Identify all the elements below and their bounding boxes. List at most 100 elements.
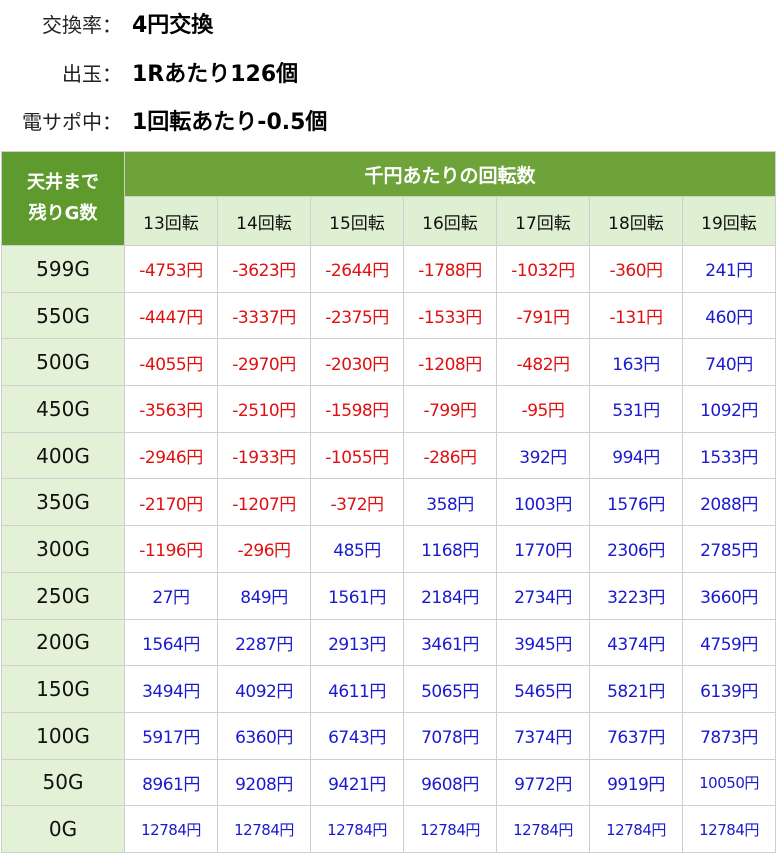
value-cell: 358円 bbox=[403, 478, 497, 527]
column-header-17: 17回転 bbox=[496, 196, 590, 246]
value-cell: 740円 bbox=[682, 338, 776, 387]
value-cell: 9421円 bbox=[310, 758, 404, 807]
value-cell: 1576円 bbox=[589, 478, 683, 527]
value-cell: -1598円 bbox=[310, 385, 404, 433]
value-cell: 3945円 bbox=[496, 618, 590, 667]
column-header-16: 16回転 bbox=[403, 196, 497, 246]
table-row: 550G -4447円 -3337円 -2375円 -1533円 -791円 -131円 46… bbox=[1, 291, 776, 340]
value-cell: -296円 bbox=[217, 525, 311, 573]
value-cell: -1933円 bbox=[217, 431, 311, 480]
value-cell: 1561円 bbox=[310, 571, 404, 620]
value-cell: -2946円 bbox=[124, 431, 218, 480]
value-cell: 9772円 bbox=[496, 758, 590, 807]
row-header: 599G bbox=[1, 245, 125, 293]
remaining-games-header: 天井まで 残りG数 bbox=[1, 151, 125, 246]
table-row: 50G 8961円 9208円 9421円 9608円 9772円 9919円 10050円 bbox=[1, 758, 776, 807]
column-header-18: 18回転 bbox=[589, 196, 683, 246]
value-cell: 1168円 bbox=[403, 525, 497, 573]
value-cell: 27円 bbox=[124, 571, 218, 620]
value-cell: 2184円 bbox=[403, 571, 497, 620]
row-header: 500G bbox=[1, 338, 125, 387]
payout-label: 出玉： bbox=[62, 61, 122, 86]
value-cell: 6743円 bbox=[310, 711, 404, 760]
value-cell: -131円 bbox=[589, 291, 683, 340]
value-cell: 1564円 bbox=[124, 618, 218, 667]
value-cell: -4753円 bbox=[124, 245, 218, 293]
value-cell: 12784円 bbox=[682, 805, 776, 853]
value-cell: 12784円 bbox=[310, 805, 404, 853]
value-cell: -791円 bbox=[496, 291, 590, 340]
payout-value: 1Rあたり126個 bbox=[132, 62, 299, 87]
value-cell: 6139円 bbox=[682, 665, 776, 713]
value-cell: -1208円 bbox=[403, 338, 497, 387]
value-cell: -2970円 bbox=[217, 338, 311, 387]
table-row: 599G -4753円 -3623円 -2644円 -1788円 -1032円 -360円 2… bbox=[1, 245, 776, 293]
value-cell: -3623円 bbox=[217, 245, 311, 293]
value-cell: 5917円 bbox=[124, 711, 218, 760]
value-cell: -1207円 bbox=[217, 478, 311, 527]
value-cell: 12784円 bbox=[589, 805, 683, 853]
value-cell: 3660円 bbox=[682, 571, 776, 620]
row-header: 200G bbox=[1, 618, 125, 667]
table-row: 200G 1564円 2287円 2913円 3461円 3945円 4374円 4759円 bbox=[1, 618, 776, 667]
table-body: 599G -4753円 -3623円 -2644円 -1788円 -1032円 -360円 2… bbox=[1, 245, 776, 853]
value-cell: 3223円 bbox=[589, 571, 683, 620]
value-cell: 6360円 bbox=[217, 711, 311, 760]
value-cell: -2030円 bbox=[310, 338, 404, 387]
table-row: 250G 27円 849円 1561円 2184円 2734円 3223円 3660円 bbox=[1, 571, 776, 620]
expected-value-table: 天井まで 残りG数 千円あたりの回転数 13回転 14回転 15回転 16回転 17回転… bbox=[1, 151, 776, 853]
value-cell: 485円 bbox=[310, 525, 404, 573]
value-cell: 9608円 bbox=[403, 758, 497, 807]
value-cell: 7078円 bbox=[403, 711, 497, 760]
value-cell: 5465円 bbox=[496, 665, 590, 713]
row-header: 50G bbox=[1, 758, 125, 807]
value-cell: -2644円 bbox=[310, 245, 404, 293]
value-cell: 8961円 bbox=[124, 758, 218, 807]
value-cell: 1770円 bbox=[496, 525, 590, 573]
value-cell: 531円 bbox=[589, 385, 683, 433]
corner-line2: 残りG数 bbox=[28, 202, 98, 224]
value-cell: -372円 bbox=[310, 478, 404, 527]
value-cell: 2785円 bbox=[682, 525, 776, 573]
value-cell: -1055円 bbox=[310, 431, 404, 480]
row-header: 450G bbox=[1, 385, 125, 433]
value-cell: 12784円 bbox=[124, 805, 218, 853]
column-header-13: 13回転 bbox=[124, 196, 218, 246]
value-cell: 849円 bbox=[217, 571, 311, 620]
value-cell: 2913円 bbox=[310, 618, 404, 667]
value-cell: 10050円 bbox=[682, 758, 776, 807]
exchange-rate-label: 交換率： bbox=[42, 12, 122, 37]
value-cell: 1003円 bbox=[496, 478, 590, 527]
value-cell: -2510円 bbox=[217, 385, 311, 433]
value-cell: 994円 bbox=[589, 431, 683, 480]
value-cell: 1092円 bbox=[682, 385, 776, 433]
row-header: 0G bbox=[1, 805, 125, 853]
support-value: 1回転あたり-0.5個 bbox=[132, 110, 328, 135]
value-cell: 2306円 bbox=[589, 525, 683, 573]
table-row: 400G -2946円 -1933円 -1055円 -286円 392円 994円 1533円 bbox=[1, 431, 776, 480]
value-cell: -1032円 bbox=[496, 245, 590, 293]
payout-row: 出玉： 1Rあたり126個 bbox=[0, 52, 777, 92]
column-header-15: 15回転 bbox=[310, 196, 404, 246]
value-cell: -2170円 bbox=[124, 478, 218, 527]
value-cell: -286円 bbox=[403, 431, 497, 480]
value-cell: 9208円 bbox=[217, 758, 311, 807]
value-cell: -1788円 bbox=[403, 245, 497, 293]
value-cell: -482円 bbox=[496, 338, 590, 387]
value-cell: 241円 bbox=[682, 245, 776, 293]
row-header: 350G bbox=[1, 478, 125, 527]
value-cell: 7873円 bbox=[682, 711, 776, 760]
value-cell: 7374円 bbox=[496, 711, 590, 760]
row-header: 300G bbox=[1, 525, 125, 573]
value-cell: -1196円 bbox=[124, 525, 218, 573]
value-cell: 4611円 bbox=[310, 665, 404, 713]
value-cell: -3337円 bbox=[217, 291, 311, 340]
table-row: 450G -3563円 -2510円 -1598円 -799円 -95円 531円 1092円 bbox=[1, 385, 776, 433]
row-header: 550G bbox=[1, 291, 125, 340]
value-cell: 7637円 bbox=[589, 711, 683, 760]
value-cell: -95円 bbox=[496, 385, 590, 433]
row-header: 250G bbox=[1, 571, 125, 620]
value-cell: -799円 bbox=[403, 385, 497, 433]
value-cell: -1533円 bbox=[403, 291, 497, 340]
value-cell: 4092円 bbox=[217, 665, 311, 713]
